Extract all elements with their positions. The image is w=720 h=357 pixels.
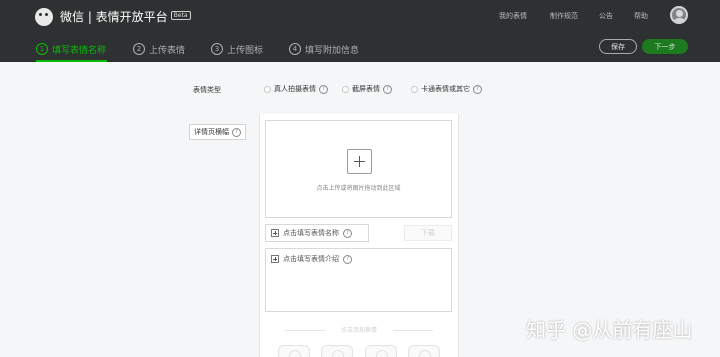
radio-circle[interactable]: [264, 85, 271, 93]
radio-label: 卡通表情或其它: [421, 85, 470, 93]
step-label: 上传图标: [227, 45, 264, 56]
logo-icon: [35, 8, 53, 26]
divider-line-left: [285, 330, 325, 331]
add-icon: [271, 255, 279, 263]
step-label: 填写表情名称: [52, 45, 107, 56]
upload-hint: 点击上传或将图片拖动到此区域: [316, 185, 401, 192]
next-button[interactable]: 下一步: [642, 39, 688, 54]
step-4[interactable]: 4 填写附加信息: [289, 41, 359, 57]
avatar-icon[interactable]: [670, 6, 688, 24]
step-3[interactable]: 3 上传图标: [211, 41, 263, 57]
download-button[interactable]: 下载: [404, 225, 452, 241]
help-icon[interactable]: ?: [232, 127, 241, 137]
help-icon[interactable]: ?: [383, 84, 392, 94]
sticker-name-input[interactable]: 点击填写表情名称 ?: [265, 224, 369, 242]
step-number: 3: [211, 43, 223, 55]
radio-label: 真人拍摄表情: [274, 85, 316, 93]
beta-badge: Beta: [170, 11, 191, 20]
radio-label: 截屏表情: [352, 85, 380, 93]
intro-placeholder-row: 点击填写表情介绍 ?: [271, 254, 352, 264]
help-icon[interactable]: ?: [319, 84, 328, 94]
help-icon[interactable]: ?: [473, 84, 482, 94]
active-step-indicator: [36, 60, 107, 62]
divider-text: 点击添加表情: [340, 327, 377, 334]
radio-circle[interactable]: [342, 85, 349, 93]
sticker-slot[interactable]: [321, 345, 353, 357]
nav-announcements[interactable]: 公告: [599, 11, 613, 21]
detail-banner-button[interactable]: 详情页横幅 ?: [189, 124, 246, 140]
type-label: 表情类型: [193, 86, 221, 94]
nav-my-stickers[interactable]: 我的表情: [499, 11, 527, 21]
step-label: 填写附加信息: [305, 45, 360, 56]
step-number: 4: [289, 43, 301, 55]
nav-help[interactable]: 帮助: [634, 11, 648, 21]
radio-real-photo[interactable]: 真人拍摄表情 ?: [264, 84, 328, 94]
save-button[interactable]: 保存: [599, 39, 637, 54]
help-icon[interactable]: ?: [343, 254, 352, 264]
step-number: 1: [36, 43, 48, 55]
sticker-slot[interactable]: [408, 345, 440, 357]
divider-line-right: [393, 330, 433, 331]
intro-placeholder: 点击填写表情介绍: [283, 255, 339, 263]
nav-guidelines[interactable]: 制作规范: [550, 11, 578, 21]
top-header: 微信 | 表情开放平台 Beta 我的表情 制作规范 公告 帮助 1 填写表情名称…: [0, 0, 720, 62]
sticker-intro-textarea[interactable]: 点击填写表情介绍 ?: [265, 248, 452, 312]
step-1[interactable]: 1 填写表情名称: [36, 41, 106, 57]
radio-screenshot[interactable]: 截屏表情 ?: [342, 84, 392, 94]
step-2[interactable]: 2 上传表情: [133, 41, 185, 57]
help-icon[interactable]: ?: [343, 228, 352, 238]
brand-title: 微信 | 表情开放平台 Beta: [60, 9, 191, 25]
upload-dropzone[interactable]: 点击上传或将图片拖动到此区域: [265, 120, 452, 218]
sticker-slot[interactable]: [278, 345, 310, 357]
section-divider: 点击添加表情: [285, 325, 433, 335]
add-icon: [271, 229, 279, 237]
brand-text: 微信 | 表情开放平台: [60, 10, 168, 24]
radio-cartoon[interactable]: 卡通表情或其它 ?: [411, 84, 482, 94]
radio-circle[interactable]: [411, 85, 418, 93]
sticker-slot[interactable]: [365, 345, 397, 357]
step-label: 上传表情: [149, 45, 186, 56]
name-placeholder: 点击填写表情名称: [283, 229, 339, 237]
detail-banner-label: 详情页横幅: [194, 128, 229, 136]
step-number: 2: [133, 43, 145, 55]
plus-icon: [347, 149, 372, 174]
watermark: 知乎 @从前有座山: [526, 318, 693, 342]
